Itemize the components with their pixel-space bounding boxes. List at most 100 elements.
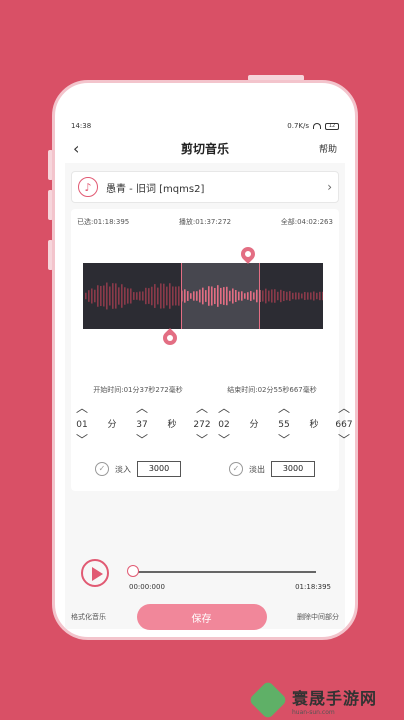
waveform-bar <box>205 290 207 302</box>
player: 00:00:000 01:18:395 <box>81 557 331 597</box>
start-time-label: 开始时间:01分37秒272毫秒 <box>93 386 183 394</box>
duration-time: 01:18:395 <box>295 583 331 591</box>
waveform-bar <box>265 288 267 304</box>
chevron-right-icon: › <box>327 180 332 194</box>
down-arrow-icon[interactable]: ﹀ <box>196 434 208 448</box>
waveform-bar <box>199 289 201 303</box>
progress-track[interactable] <box>131 571 316 573</box>
waveform-bar <box>100 285 102 307</box>
bottom-bar: 格式化音乐 保存 删除中间部分 <box>65 603 345 631</box>
down-arrow-icon[interactable]: ﹀ <box>338 434 350 448</box>
waveform-bar <box>154 284 156 308</box>
delete-middle-button[interactable]: 删除中间部分 <box>297 612 339 622</box>
waveform-bar <box>313 291 315 301</box>
check-circle-icon[interactable]: ✓ <box>95 462 109 476</box>
wifi-icon <box>313 123 321 129</box>
fade-out-input[interactable]: 3000 <box>271 461 315 477</box>
fade-in-input[interactable]: 3000 <box>137 461 181 477</box>
waveform-bar <box>157 287 159 305</box>
waveform-bar <box>94 289 96 303</box>
waveform-bar <box>304 291 306 301</box>
title-bar: ‹ 剪切音乐 帮助 <box>65 133 345 163</box>
time-steppers: ︿ 01 ﹀ 分 ︿ 37 ﹀ 秒 ︿ 272 ﹀ ︿ 02 ﹀ 分 ︿ 55 … <box>71 402 353 448</box>
waveform-bar <box>229 290 231 302</box>
fade-in-label: 淡入 <box>115 464 131 474</box>
play-icon[interactable] <box>81 559 109 587</box>
end-minutes: 02 <box>218 420 230 430</box>
minute-unit: 分 <box>249 420 259 430</box>
waveform-bar <box>109 286 111 306</box>
waveform-bar <box>289 291 291 301</box>
total-time: 全部:04:02:263 <box>280 218 333 226</box>
waveform-graphic <box>85 282 323 310</box>
fade-in-control: ✓ 淡入 3000 <box>95 461 181 477</box>
waveform-bar <box>217 285 219 307</box>
end-milliseconds: 667 <box>335 420 353 430</box>
up-arrow-icon[interactable]: ︿ <box>76 402 88 416</box>
down-arrow-icon[interactable]: ﹀ <box>76 434 88 448</box>
waveform-bar <box>145 287 147 305</box>
up-arrow-icon[interactable]: ︿ <box>218 402 230 416</box>
second-unit: 秒 <box>167 420 177 430</box>
waveform-bar <box>103 285 105 307</box>
waveform-bar <box>184 289 186 303</box>
down-arrow-icon[interactable]: ﹀ <box>218 434 230 448</box>
waveform-bar <box>169 283 171 309</box>
format-music-button[interactable]: 格式化音乐 <box>71 612 106 622</box>
waveform-bar <box>316 292 318 300</box>
up-arrow-icon[interactable]: ︿ <box>338 402 350 416</box>
waveform-bar <box>136 292 138 300</box>
waveform-bar <box>85 292 87 300</box>
start-marker-line <box>181 263 182 329</box>
waveform[interactable] <box>83 263 323 329</box>
up-arrow-icon[interactable]: ︿ <box>196 402 208 416</box>
song-name: 愚青 - 旧词 [mqms2] <box>106 183 205 195</box>
song-selector[interactable]: ♪ 愚青 - 旧词 [mqms2] › <box>71 171 339 203</box>
waveform-bar <box>247 292 249 300</box>
save-button[interactable]: 保存 <box>136 604 267 630</box>
waveform-bar <box>310 292 312 300</box>
waveform-bar <box>295 292 297 300</box>
cut-editor: 已选:01:18:395 播放:01:37:272 全部:04:02:263 开… <box>71 209 353 491</box>
waveform-bar <box>307 292 309 300</box>
waveform-bar <box>244 293 246 299</box>
waveform-bar <box>262 290 264 302</box>
waveform-bar <box>241 291 243 301</box>
waveform-bar <box>163 283 165 309</box>
waveform-bar <box>202 287 204 305</box>
waveform-bar <box>148 288 150 304</box>
waveform-bar <box>151 286 153 306</box>
waveform-bar <box>253 292 255 300</box>
minute-unit: 分 <box>107 420 117 430</box>
end-marker-line <box>259 263 260 329</box>
back-icon[interactable]: ‹ <box>73 139 103 158</box>
down-arrow-icon[interactable]: ﹀ <box>136 434 148 448</box>
down-arrow-icon[interactable]: ﹀ <box>278 434 290 448</box>
watermark-logo-icon <box>248 680 288 720</box>
status-bar: 14:38 0.7K/s 12 <box>65 119 345 133</box>
waveform-bar <box>319 291 321 301</box>
waveform-bar <box>133 292 135 300</box>
waveform-bar <box>226 286 228 306</box>
waveform-bar <box>301 293 303 299</box>
app-screen: 14:38 0.7K/s 12 ‹ 剪切音乐 帮助 ♪ 愚青 - 旧词 [mqm… <box>65 119 353 631</box>
progress-knob[interactable] <box>127 565 139 577</box>
waveform-bar <box>322 291 323 301</box>
status-net-speed: 0.7K/s <box>287 122 309 130</box>
start-milliseconds: 272 <box>193 420 211 430</box>
start-minutes: 01 <box>76 420 88 430</box>
waveform-bar <box>298 292 300 300</box>
waveform-bar <box>187 291 189 301</box>
check-circle-icon[interactable]: ✓ <box>229 462 243 476</box>
waveform-bar <box>115 283 117 309</box>
waveform-bar <box>139 291 141 301</box>
help-button[interactable]: 帮助 <box>307 142 337 155</box>
start-marker-handle[interactable] <box>160 328 180 348</box>
waveform-bar <box>190 293 192 299</box>
waveform-bar <box>130 288 132 304</box>
music-note-icon: ♪ <box>78 177 98 197</box>
up-arrow-icon[interactable]: ︿ <box>278 402 290 416</box>
up-arrow-icon[interactable]: ︿ <box>136 402 148 416</box>
waveform-bar <box>223 287 225 305</box>
end-marker-handle[interactable] <box>238 244 258 264</box>
